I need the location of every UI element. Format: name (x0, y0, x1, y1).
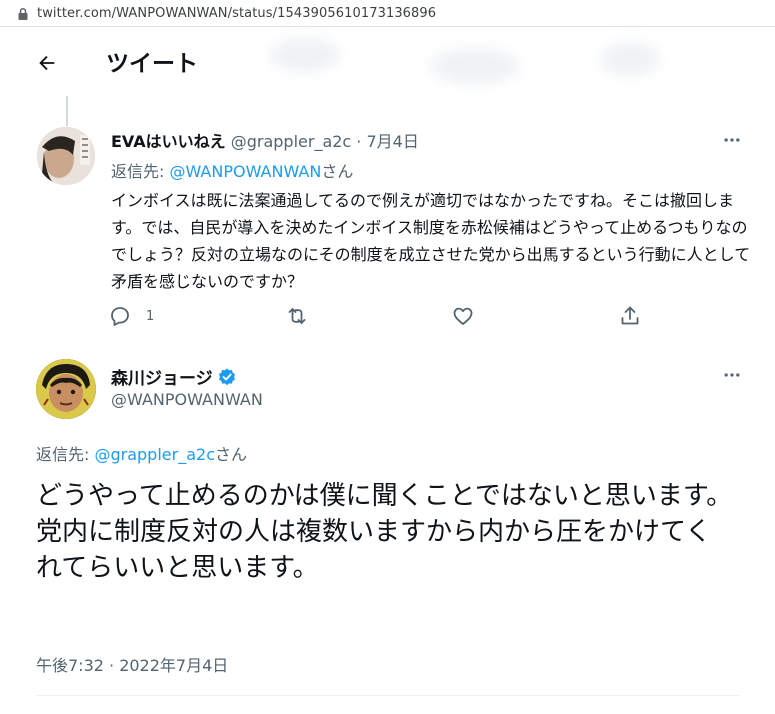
reply-icon (111, 307, 129, 326)
author-name-line: 森川ジョージ (111, 364, 237, 389)
avatar[interactable] (37, 127, 95, 185)
mention-link[interactable]: @grappler_a2c (94, 445, 215, 464)
background-decoration (600, 42, 660, 76)
tweet-text: インボイスは既に法案通過してるので例えが適切ではなかったですね。そこは撤回します… (111, 191, 751, 291)
tweet-date[interactable]: 7月4日 (366, 132, 418, 151)
reply-button[interactable]: 1 (108, 304, 154, 328)
page-title: ツイート (106, 51, 198, 77)
author-handle[interactable]: @WANPOWANWAN (111, 390, 263, 409)
more-horizontal-icon (724, 138, 740, 142)
more-options-button[interactable] (720, 363, 744, 387)
mention-link[interactable]: @WANPOWANWAN (169, 162, 321, 181)
replying-to: 返信先: @grappler_a2cさん (36, 441, 247, 465)
replying-to-label: 返信先: (111, 162, 170, 181)
more-horizontal-icon (724, 373, 740, 377)
author-display-name[interactable]: 森川ジョージ (111, 364, 213, 389)
retweet-button[interactable] (285, 304, 309, 328)
author-display-name[interactable]: EVAはいいねえ (111, 132, 226, 151)
url-text[interactable]: twitter.com/WANPOWANWAN/status/154390561… (37, 6, 436, 21)
back-button[interactable] (32, 48, 62, 78)
meta-separator: · (351, 132, 367, 151)
page-header: ツイート (0, 28, 775, 94)
verified-badge-icon (218, 368, 235, 385)
tweet-text-paragraph: どうやって止めるのかは僕に聞くことではないと思います。 (36, 481, 733, 511)
background-decoration (270, 38, 340, 72)
tweet-text: どうやって止めるのかは僕に聞くことではないと思います。 党内に制度反対の人は複数… (36, 478, 736, 586)
author-handle[interactable]: @grappler_a2c (231, 132, 352, 151)
reply-count: 1 (146, 308, 155, 324)
heart-icon (453, 307, 473, 325)
background-decoration (430, 48, 520, 84)
like-button[interactable] (451, 304, 475, 328)
lock-icon (17, 6, 29, 20)
tweet-timestamp[interactable]: 午後7:32 · 2022年7月4日 (36, 652, 228, 676)
arrow-left-icon (39, 55, 55, 71)
replying-to-suffix: さん (321, 162, 354, 181)
divider (36, 695, 741, 696)
tweet-action-bar: 1 (108, 304, 648, 332)
more-options-button[interactable] (720, 128, 744, 152)
browser-address-bar[interactable]: twitter.com/WANPOWANWAN/status/154390561… (0, 0, 775, 27)
replying-to-suffix: さん (214, 445, 247, 464)
thread-connector (66, 96, 68, 126)
share-icon (621, 306, 639, 325)
replying-to: 返信先: @WANPOWANWANさん (111, 158, 353, 182)
avatar[interactable] (36, 359, 96, 419)
replying-to-label: 返信先: (36, 445, 95, 464)
tweet-text-paragraph: 党内に制度反対の人は複数いますから内から圧をかけてくれてらいいと思います。 (36, 517, 712, 583)
share-button[interactable] (618, 304, 642, 328)
tweet-author-line: EVAはいいねえ @grappler_a2c · 7月4日 (111, 128, 419, 152)
retweet-icon (288, 308, 306, 324)
